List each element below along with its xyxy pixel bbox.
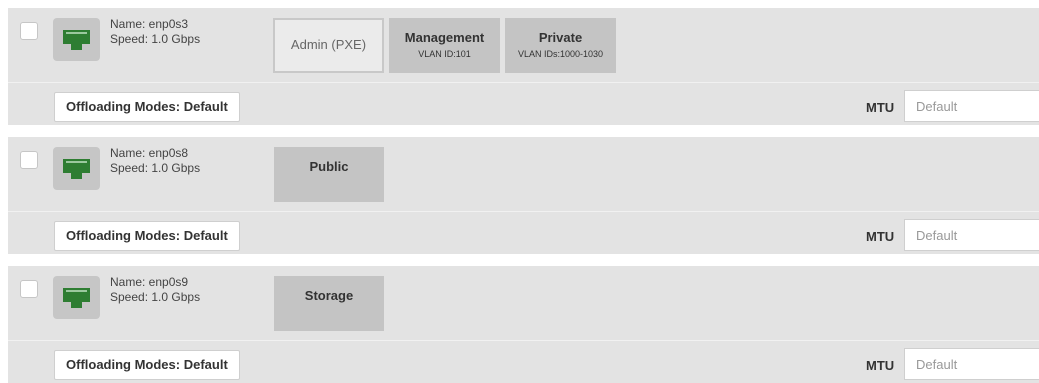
- divider: [8, 340, 1039, 341]
- nic-tile: [53, 147, 100, 190]
- mtu-label: MTU: [866, 229, 895, 244]
- network-vlan: VLAN IDs:1000-1030: [517, 49, 604, 59]
- offloading-modes-button[interactable]: Offloading Modes: Default: [54, 350, 240, 380]
- mtu-input[interactable]: [904, 219, 1039, 251]
- interface-speed: Speed: 1.0 Gbps: [110, 290, 201, 304]
- interface-speed: Speed: 1.0 Gbps: [110, 32, 201, 46]
- interface-checkbox[interactable]: [20, 280, 38, 298]
- interface-header: Name: enp0s8 Speed: 1.0 Gbps Public: [8, 137, 1039, 211]
- interface-info: Name: enp0s9 Speed: 1.0 Gbps: [110, 275, 200, 305]
- ethernet-port-icon: [63, 159, 90, 179]
- interface-checkbox[interactable]: [20, 22, 38, 40]
- interface-speed: Speed: 1.0 Gbps: [110, 161, 201, 175]
- network-title: Public: [309, 159, 349, 174]
- network-admin-pxe[interactable]: Admin (PXE): [273, 18, 384, 73]
- network-title: Storage: [304, 288, 354, 303]
- offloading-modes-button[interactable]: Offloading Modes: Default: [54, 92, 240, 122]
- mtu-input[interactable]: [904, 90, 1039, 122]
- interface-checkbox[interactable]: [20, 151, 38, 169]
- interface-name: Name: enp0s3: [110, 17, 189, 31]
- ethernet-port-icon: [63, 288, 90, 308]
- nic-tile: [53, 18, 100, 61]
- mtu-label: MTU: [866, 358, 895, 373]
- network-title: Private: [538, 30, 583, 45]
- interface-panel-enp0s9: Name: enp0s9 Speed: 1.0 Gbps Storage Off…: [8, 266, 1039, 383]
- offloading-modes-button[interactable]: Offloading Modes: Default: [54, 221, 240, 251]
- network-public[interactable]: Public: [274, 147, 384, 202]
- interface-panel-enp0s8: Name: enp0s8 Speed: 1.0 Gbps Public Offl…: [8, 137, 1039, 254]
- network-storage[interactable]: Storage: [274, 276, 384, 331]
- network-title: Management: [404, 30, 485, 45]
- interface-panel-enp0s3: Name: enp0s3 Speed: 1.0 Gbps Admin (PXE)…: [8, 8, 1039, 125]
- network-management[interactable]: Management VLAN ID:101: [389, 18, 500, 73]
- ethernet-port-icon: [63, 30, 90, 50]
- interface-info: Name: enp0s3 Speed: 1.0 Gbps: [110, 17, 200, 47]
- network-vlan: VLAN ID:101: [418, 49, 471, 59]
- mtu-label: MTU: [866, 100, 895, 115]
- network-private[interactable]: Private VLAN IDs:1000-1030: [505, 18, 616, 73]
- interface-name: Name: enp0s8: [110, 146, 189, 160]
- divider: [8, 82, 1039, 83]
- network-title: Admin (PXE): [290, 37, 367, 52]
- interface-info: Name: enp0s8 Speed: 1.0 Gbps: [110, 146, 200, 176]
- interface-header: Name: enp0s3 Speed: 1.0 Gbps Admin (PXE)…: [8, 8, 1039, 82]
- interface-name: Name: enp0s9: [110, 275, 189, 289]
- divider: [8, 211, 1039, 212]
- mtu-input[interactable]: [904, 348, 1039, 380]
- nic-tile: [53, 276, 100, 319]
- interface-header: Name: enp0s9 Speed: 1.0 Gbps Storage: [8, 266, 1039, 340]
